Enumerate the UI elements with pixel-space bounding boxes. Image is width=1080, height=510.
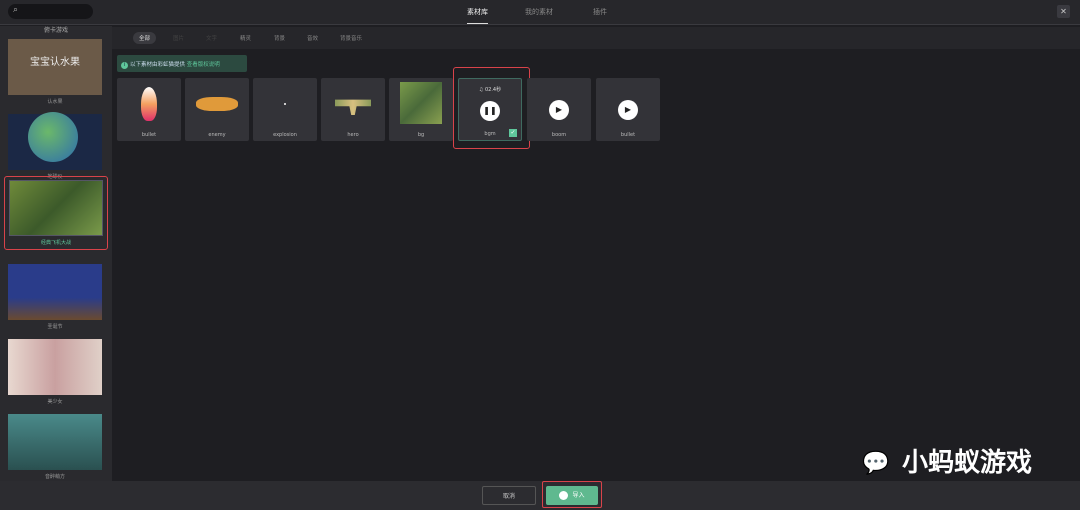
- bg-image: [400, 82, 442, 124]
- info-icon: i: [121, 62, 128, 69]
- close-icon[interactable]: ✕: [1057, 5, 1070, 18]
- sidebar-item[interactable]: 圣诞节: [8, 264, 102, 330]
- copyright-link[interactable]: 查看版权说明: [187, 62, 220, 68]
- enemy-image: [196, 97, 238, 111]
- asset-name: bg: [417, 132, 425, 138]
- cancel-button[interactable]: 取消: [482, 486, 536, 505]
- search-input[interactable]: ⌕: [8, 4, 93, 19]
- filter-background[interactable]: 背景: [268, 32, 291, 44]
- top-bar: ⌕ 素材库 我的素材 插件 ✕: [0, 0, 1080, 25]
- filter-text[interactable]: 文字: [200, 32, 223, 44]
- sidebar-item[interactable]: 音醉萌方: [8, 414, 102, 480]
- notice-text: 以下素材由彩虹猫提供: [130, 62, 186, 68]
- asset-card[interactable]: ▶ bullet: [596, 78, 660, 141]
- play-icon[interactable]: ▶: [549, 100, 569, 120]
- asset-card[interactable]: enemy: [185, 78, 249, 141]
- sidebar-item-label: 圣诞节: [47, 324, 63, 330]
- sidebar-item-label: 美少女: [47, 399, 63, 405]
- tab-plugins[interactable]: 插件: [593, 7, 607, 17]
- tab-material-library[interactable]: 素材库: [467, 7, 488, 24]
- thumbnail: [8, 112, 102, 170]
- filter-bgm[interactable]: 背景音乐: [334, 32, 368, 44]
- import-icon: [559, 491, 569, 500]
- hero-image: [335, 99, 371, 115]
- sidebar-item[interactable]: 美少女: [8, 339, 102, 405]
- watermark: 💬 小蚂蚁游戏: [862, 448, 1033, 478]
- copyright-notice: i 以下素材由彩虹猫提供 查看版权说明: [117, 55, 247, 72]
- asset-card[interactable]: ▶ boom: [527, 78, 591, 141]
- thumbnail: 宝宝认水果: [8, 39, 102, 95]
- sidebar-item[interactable]: 宝宝认水果 认水果: [8, 39, 102, 105]
- bottom-bar: [0, 481, 1080, 510]
- asset-card[interactable]: bg: [389, 78, 453, 141]
- sidebar-item-label: 认水果: [47, 99, 63, 105]
- play-icon[interactable]: ▶: [618, 100, 638, 120]
- import-button[interactable]: 导入: [546, 486, 598, 505]
- thumbnail: [9, 180, 103, 236]
- asset-name: explosion: [273, 132, 297, 138]
- filter-sprite[interactable]: 精灵: [234, 32, 257, 44]
- selection-highlight: [453, 67, 530, 149]
- tab-my-materials[interactable]: 我的素材: [525, 7, 553, 17]
- sidebar-item-label: 音醉萌方: [44, 474, 65, 480]
- thumbnail: [8, 264, 102, 320]
- filter-bar: 全部 图片 文字 精灵 背景 音效 背景音乐: [112, 27, 1080, 49]
- sidebar[interactable]: 俯卡游戏 宝宝认水果 认水果 地球仪 经典飞机大战 圣诞节 美少女 音醉萌方: [0, 26, 112, 481]
- asset-name: boom: [551, 132, 567, 138]
- explosion-image: [284, 103, 286, 105]
- search-icon: ⌕: [13, 5, 19, 15]
- sidebar-partial-label: 俯卡游戏: [43, 27, 68, 34]
- asset-card[interactable]: explosion: [253, 78, 317, 141]
- sidebar-item-label: 经典飞机大战: [40, 240, 71, 246]
- bullet-image: [141, 87, 157, 121]
- asset-name: bullet: [620, 132, 636, 138]
- filter-all[interactable]: 全部: [133, 32, 157, 44]
- thumbnail: [8, 414, 102, 470]
- asset-card[interactable]: hero: [321, 78, 385, 141]
- sidebar-item-selected[interactable]: 经典飞机大战: [4, 176, 108, 250]
- asset-name: bullet: [141, 132, 157, 138]
- asset-name: enemy: [208, 132, 226, 138]
- thumbnail: [8, 339, 102, 395]
- import-label: 导入: [572, 492, 585, 499]
- sidebar-item[interactable]: 地球仪: [8, 112, 102, 180]
- asset-name: hero: [347, 132, 359, 138]
- filter-image[interactable]: 图片: [167, 32, 190, 44]
- asset-card[interactable]: bullet: [117, 78, 181, 141]
- filter-sound-effect[interactable]: 音效: [301, 32, 324, 44]
- wechat-logo-icon: 💬: [862, 451, 890, 476]
